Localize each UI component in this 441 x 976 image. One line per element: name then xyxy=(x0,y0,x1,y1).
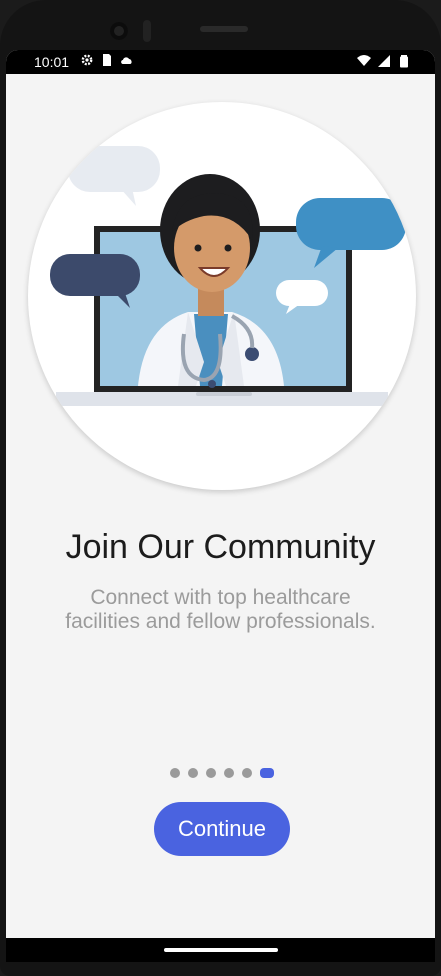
cloud-icon xyxy=(121,57,132,64)
status-icons-right xyxy=(357,54,411,68)
status-bar: 10:01 xyxy=(6,50,435,74)
earpiece-speaker xyxy=(200,26,248,32)
signal-icon xyxy=(378,55,390,67)
onboarding-subtitle: Connect with top healthcare facilities a… xyxy=(26,586,415,634)
onboarding-title: Join Our Community xyxy=(65,528,376,566)
front-camera xyxy=(110,22,128,40)
status-time: 10:01 xyxy=(34,54,70,70)
page-dot-3 xyxy=(206,768,216,778)
sensor xyxy=(143,20,151,42)
status-icons-left xyxy=(80,53,134,67)
navigation-bar xyxy=(6,938,435,962)
home-indicator[interactable] xyxy=(164,948,278,952)
screen: 10:01 Join Our Community Connect with to… xyxy=(6,50,435,962)
sim-card-icon xyxy=(103,54,111,66)
page-dot-2 xyxy=(188,768,198,778)
device-frame: 10:01 Join Our Community Connect with to… xyxy=(0,0,441,976)
doctor-video-call-illustration xyxy=(50,146,406,406)
continue-button[interactable]: Continue xyxy=(154,802,290,856)
subtitle-line-1: Connect with top healthcare xyxy=(90,586,351,609)
page-indicator xyxy=(170,768,274,778)
battery-icon xyxy=(400,55,408,68)
subtitle-line-2: facilities and fellow professionals. xyxy=(65,610,376,633)
wifi-icon xyxy=(357,55,371,66)
settings-icon xyxy=(81,54,93,66)
page-dot-1 xyxy=(170,768,180,778)
hero-illustration xyxy=(28,102,416,490)
page-dot-6-active xyxy=(260,768,274,778)
page-dot-4 xyxy=(224,768,234,778)
speech-bubble-grey xyxy=(68,146,160,206)
laptop-hinge xyxy=(196,392,252,396)
page-dot-5 xyxy=(242,768,252,778)
